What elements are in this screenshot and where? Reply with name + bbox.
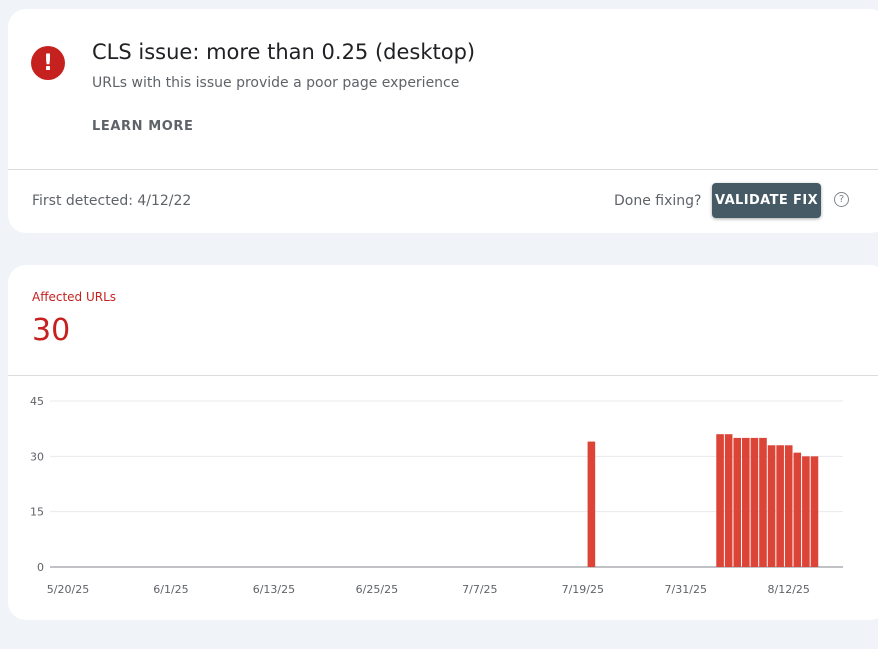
x-tick-label: 7/31/25 xyxy=(665,583,707,596)
chart-bar[interactable] xyxy=(784,445,793,567)
chart-bar[interactable] xyxy=(810,456,819,567)
affected-urls-card: Affected URLs 30 0 15 30 45 5/20/25 6/1/25 6/1… xyxy=(8,265,878,620)
chart-bar[interactable] xyxy=(767,445,776,567)
issue-subtitle: URLs with this issue provide a poor page… xyxy=(92,75,460,91)
x-tick-label: 7/7/25 xyxy=(462,583,497,596)
chart-bar[interactable] xyxy=(733,437,742,567)
chart-bar[interactable] xyxy=(802,456,810,567)
learn-more-link[interactable]: LEARN MORE xyxy=(92,119,194,134)
y-tick-label: 30 xyxy=(30,450,44,463)
chart-bar[interactable] xyxy=(750,437,759,567)
done-fixing-text: Done fixing? xyxy=(614,193,702,209)
issue-card: ! CLS issue: more than 0.25 (desktop) UR… xyxy=(8,9,878,233)
chart-bar[interactable] xyxy=(587,441,596,567)
chart-bar[interactable] xyxy=(742,437,750,567)
y-tick-label: 15 xyxy=(30,506,44,519)
chart-bar[interactable] xyxy=(793,452,802,567)
x-tick-label: 7/19/25 xyxy=(562,583,604,596)
affected-urls-chart: 0 15 30 45 5/20/25 6/1/25 6/13/25 6/25/25 7/7/25… xyxy=(30,395,843,596)
x-tick-label: 6/25/25 xyxy=(356,583,398,596)
y-tick-label: 0 xyxy=(37,561,44,574)
validate-fix-button[interactable]: VALIDATE FIX xyxy=(712,183,821,218)
x-tick-label: 8/12/25 xyxy=(768,583,810,596)
error-exclamation-icon: ! xyxy=(31,46,65,80)
first-detected-text: First detected: 4/12/22 xyxy=(32,193,192,209)
y-tick-label: 45 xyxy=(30,395,44,408)
help-circle-icon[interactable]: ? xyxy=(834,192,849,207)
divider xyxy=(8,169,878,170)
x-tick-label: 5/20/25 xyxy=(47,583,89,596)
issue-title: CLS issue: more than 0.25 (desktop) xyxy=(92,40,476,64)
chart-bar[interactable] xyxy=(759,437,767,567)
chart-bar[interactable] xyxy=(724,434,733,567)
chart-bar[interactable] xyxy=(776,445,784,567)
chart-bar[interactable] xyxy=(716,434,724,567)
x-tick-label: 6/13/25 xyxy=(253,583,295,596)
x-tick-label: 6/1/25 xyxy=(153,583,188,596)
